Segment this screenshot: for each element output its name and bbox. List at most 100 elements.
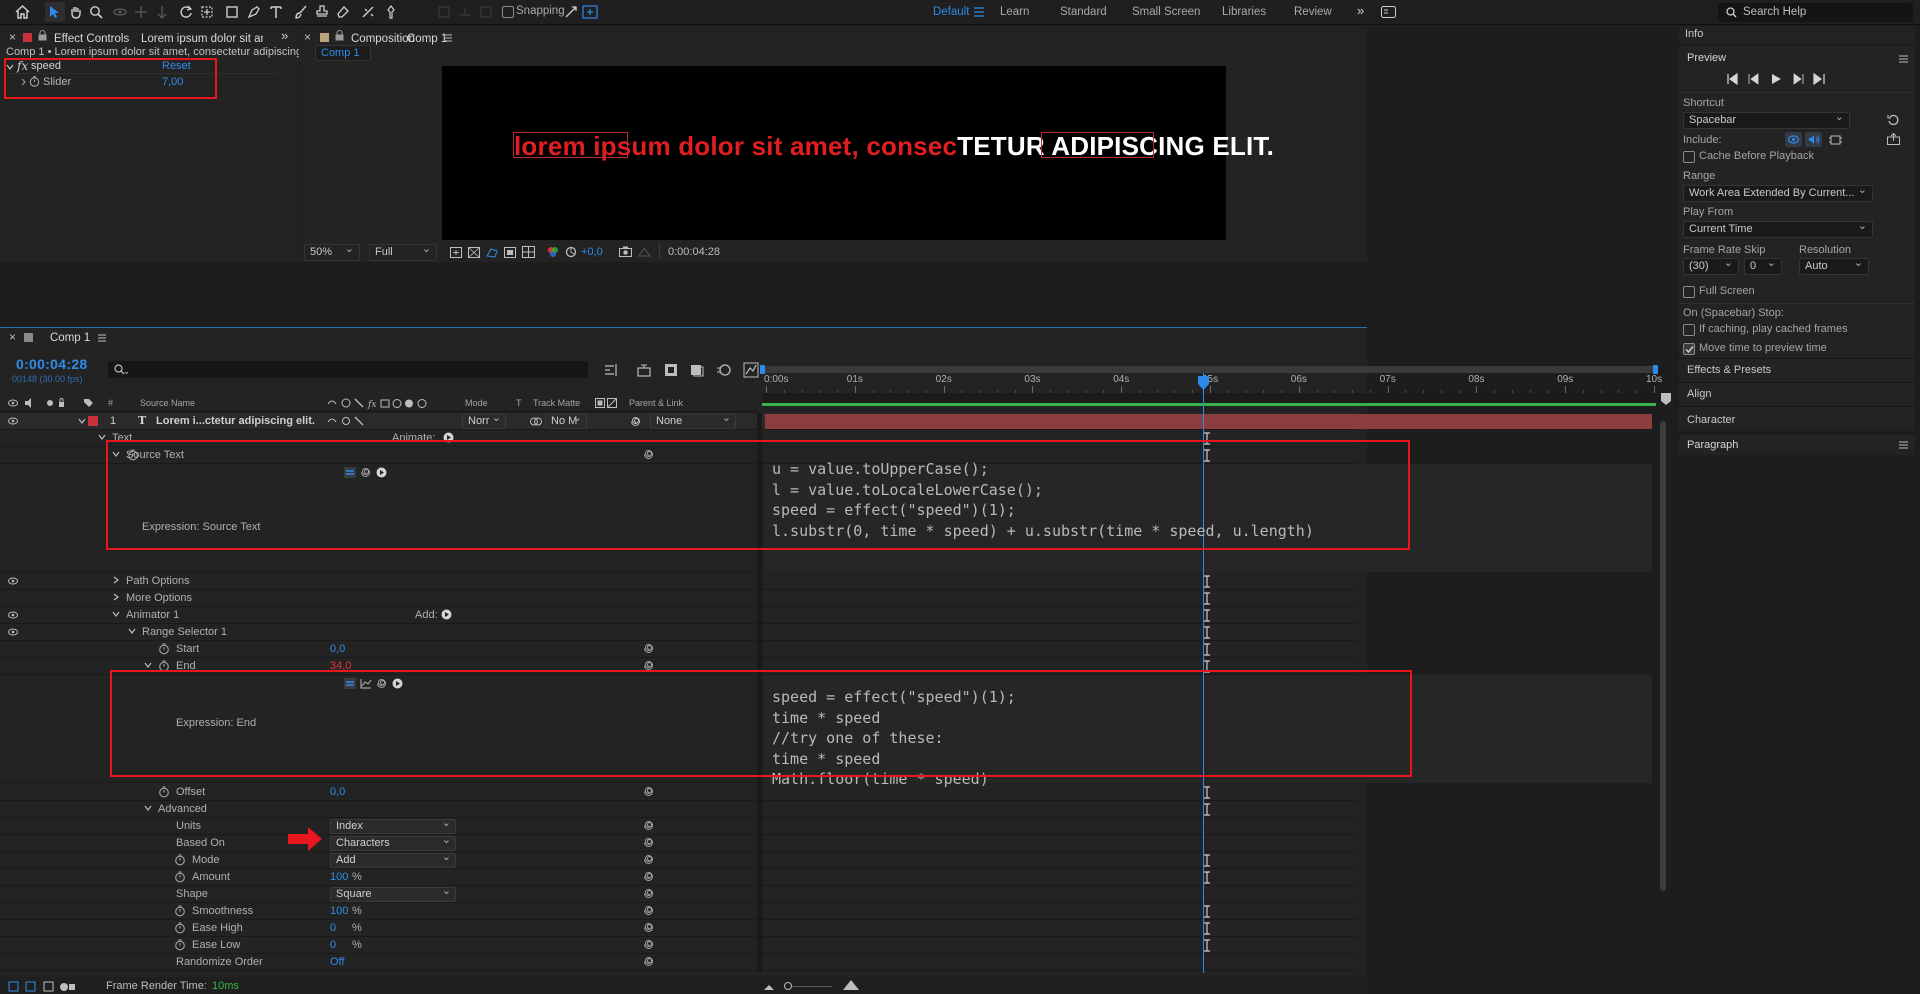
expression-pickwhip-icon[interactable] [643, 922, 654, 933]
expand-chevron-icon[interactable] [128, 627, 136, 635]
stopwatch-icon[interactable] [158, 643, 170, 655]
expand-chevron-icon[interactable] [112, 593, 120, 601]
expression-pickwhip-icon[interactable] [643, 871, 654, 882]
expand-chevron-icon[interactable] [144, 804, 152, 812]
expression-graph-icon[interactable] [360, 678, 372, 689]
stopwatch-icon[interactable] [174, 871, 186, 883]
workspace-overflow-icon[interactable]: » [1357, 3, 1364, 18]
layer-row[interactable]: 1 T Lorem i...ctetur adipiscing elit. No… [0, 412, 1652, 430]
brush-tool-icon[interactable] [291, 2, 311, 22]
stopwatch-icon[interactable] [174, 939, 186, 951]
clone-stamp-icon[interactable] [312, 2, 332, 22]
effect-controls-tab-label[interactable]: Effect Controls [54, 33, 129, 45]
fit-icon[interactable] [450, 247, 462, 258]
matte-link-icon[interactable] [530, 416, 542, 427]
navigator-end-icon[interactable] [1660, 392, 1672, 406]
scrollbar-thumb[interactable] [1660, 421, 1666, 891]
viewer-timecode[interactable]: 0:00:04:28 [668, 246, 720, 258]
move-time-checkbox[interactable] [1683, 343, 1695, 355]
expand-chevron-icon[interactable] [6, 63, 14, 71]
preview-panel-title[interactable]: Preview [1687, 52, 1726, 64]
include-audio-toggle[interactable] [1805, 132, 1822, 147]
effects-presets-panel-title[interactable]: Effects & Presets [1687, 364, 1771, 376]
color-channels-icon[interactable] [547, 246, 559, 258]
layer-label-color[interactable] [88, 416, 98, 426]
playback-controls[interactable] [1727, 73, 1827, 85]
selection-tool-icon[interactable] [45, 2, 65, 22]
close-tab-icon[interactable]: × [9, 30, 16, 44]
align-panel-title[interactable]: Align [1687, 388, 1711, 400]
expression-pickwhip-icon[interactable] [643, 449, 654, 460]
param-value[interactable]: 7,00 [162, 76, 183, 88]
exposure-reset-icon[interactable] [565, 246, 577, 258]
layer-track-matte-dropdown[interactable]: No M [545, 412, 587, 429]
expression-language-menu-icon[interactable] [392, 678, 403, 689]
info-panel-header[interactable]: Info [1679, 26, 1915, 44]
eye-icon[interactable] [8, 577, 18, 585]
snapping-checkbox[interactable] [502, 6, 514, 18]
paragraph-panel-header[interactable]: Paragraph [1679, 433, 1915, 455]
skip-dropdown[interactable]: 0 [1744, 258, 1782, 275]
property-value[interactable]: 0,0 [330, 786, 345, 798]
reset-icon[interactable] [1887, 114, 1900, 126]
expression-pickwhip-icon[interactable] [643, 786, 654, 797]
cache-before-playback-checkbox[interactable] [1683, 151, 1695, 163]
transparency-grid-icon[interactable] [468, 247, 480, 258]
region-of-interest-icon[interactable] [504, 247, 516, 258]
expression-enable-icon[interactable] [344, 678, 356, 689]
expand-arrow-icon[interactable] [20, 78, 27, 86]
world-axis-icon[interactable] [455, 2, 475, 22]
expand-chevron-icon[interactable] [112, 450, 120, 458]
eye-icon[interactable] [8, 628, 18, 636]
vertical-scrollbar[interactable] [1659, 413, 1667, 973]
playhead-handle-icon[interactable] [1197, 375, 1210, 391]
status-toggle-icons[interactable] [8, 981, 78, 992]
stopwatch-icon[interactable] [158, 786, 170, 798]
effect-controls-tab-layer[interactable]: Lorem ipsum dolor sit amet, consecte [141, 33, 263, 45]
orbit-camera-icon[interactable] [110, 2, 130, 22]
pan-camera-icon[interactable] [131, 2, 151, 22]
expression-pickwhip-icon[interactable] [643, 837, 654, 848]
expression-pickwhip-icon[interactable] [643, 888, 654, 899]
snap-grid-icon[interactable] [580, 2, 600, 22]
layer-name[interactable]: Lorem i...ctetur adipiscing elit. [156, 415, 315, 427]
expression-pickwhip-icon[interactable] [643, 820, 654, 831]
expression-pickwhip-icon[interactable] [643, 939, 654, 950]
zoom-in-icon[interactable] [843, 979, 859, 991]
pane-divider[interactable] [757, 413, 762, 973]
property-value[interactable]: 100 [330, 871, 348, 883]
lock-icon[interactable] [38, 30, 47, 41]
workspace-tab-small-screen[interactable]: Small Screen [1132, 6, 1200, 18]
property-value[interactable]: Off [330, 956, 344, 968]
include-overlays-icon[interactable] [1829, 134, 1842, 146]
graph-editor-icon[interactable] [743, 362, 759, 378]
exposure-value[interactable]: +0,0 [581, 246, 603, 258]
external-output-icon[interactable] [1887, 133, 1900, 145]
comp-text-layer[interactable]: lorem ipsum dolor sit amet, consecTETUR … [514, 131, 1274, 162]
panel-toggle-icon[interactable] [1381, 6, 1396, 18]
character-panel-header[interactable]: Character [1679, 409, 1915, 431]
workspace-tab-standard[interactable]: Standard [1060, 6, 1107, 18]
eye-icon[interactable] [8, 417, 18, 425]
full-screen-checkbox[interactable] [1683, 286, 1695, 298]
workspace-menu-icon[interactable] [974, 7, 984, 17]
hand-tool-icon[interactable] [66, 2, 86, 22]
property-value[interactable]: 100 [330, 905, 348, 917]
stopwatch-icon[interactable] [174, 854, 186, 866]
draft-3d-icon[interactable] [636, 363, 652, 377]
expression-pickwhip-icon[interactable] [643, 956, 654, 967]
composition-flowchart-icon[interactable] [604, 363, 620, 377]
add-menu-button[interactable] [441, 609, 452, 620]
show-snapshot-icon[interactable] [638, 246, 651, 257]
property-value[interactable]: 0 [330, 939, 336, 951]
snap-mode-icon[interactable] [561, 2, 581, 22]
timeline-tab-label[interactable]: Comp 1 [50, 332, 90, 344]
home-icon[interactable] [12, 2, 32, 22]
animate-menu-button[interactable] [443, 432, 454, 443]
stopwatch-icon[interactable] [29, 76, 40, 87]
expression-language-menu-icon[interactable] [376, 467, 387, 478]
workspace-tab-learn[interactable]: Learn [1000, 6, 1029, 18]
zoom-out-icon[interactable] [763, 981, 775, 991]
view-axis-icon[interactable] [476, 2, 496, 22]
property-value[interactable]: 34,0 [330, 660, 351, 672]
